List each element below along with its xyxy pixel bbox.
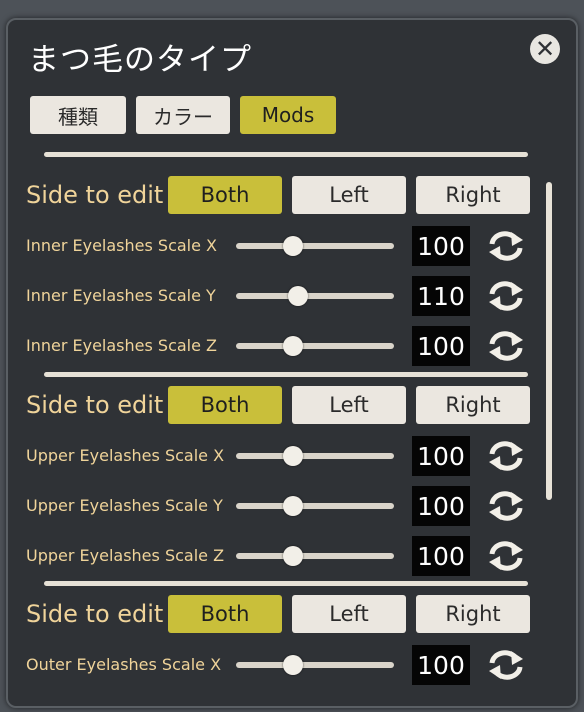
- side-selector-inner: Side to edit Both Left Right: [26, 176, 530, 214]
- slider-row: Outer Eyelashes Scale X 100: [26, 645, 546, 685]
- slider-track[interactable]: [236, 236, 394, 256]
- side-both-button[interactable]: Both: [168, 595, 282, 633]
- slider-track[interactable]: [236, 286, 394, 306]
- slider-track[interactable]: [236, 446, 394, 466]
- side-left-button[interactable]: Left: [292, 386, 406, 424]
- slider-handle[interactable]: [282, 655, 303, 675]
- slider-handle[interactable]: [282, 546, 303, 566]
- side-both-button[interactable]: Both: [168, 176, 282, 214]
- tab-mods[interactable]: Mods: [240, 96, 336, 134]
- side-to-edit-label: Side to edit: [26, 181, 164, 209]
- slider-row: Upper Eyelashes Scale Y 100: [26, 486, 546, 526]
- side-to-edit-label: Side to edit: [26, 391, 164, 419]
- section-divider: [44, 372, 528, 377]
- slider-label: Inner Eyelashes Scale Y: [26, 286, 216, 305]
- slider-row: Inner Eyelashes Scale Y 110: [26, 276, 546, 316]
- eyelash-type-panel: まつ毛のタイプ ✕ 種類 カラー Mods Side to edit Both …: [6, 18, 578, 708]
- reset-arrows-icon[interactable]: [486, 489, 526, 523]
- side-left-button[interactable]: Left: [292, 176, 406, 214]
- reset-arrows-icon[interactable]: [486, 229, 526, 263]
- section-divider: [44, 581, 528, 586]
- side-right-button[interactable]: Right: [416, 176, 530, 214]
- slider-handle[interactable]: [282, 446, 303, 466]
- reset-arrows-icon[interactable]: [486, 329, 526, 363]
- side-right-button[interactable]: Right: [416, 595, 530, 633]
- slider-track[interactable]: [236, 336, 394, 356]
- tab-type[interactable]: 種類: [30, 96, 126, 134]
- header-divider: [44, 152, 528, 157]
- category-tabs: 種類 カラー Mods: [30, 96, 336, 134]
- reset-arrows-icon[interactable]: [486, 279, 526, 313]
- slider-track[interactable]: [236, 546, 394, 566]
- slider-handle[interactable]: [282, 336, 303, 356]
- side-left-button[interactable]: Left: [292, 595, 406, 633]
- value-field[interactable]: 100: [412, 536, 470, 576]
- reset-arrows-icon[interactable]: [486, 648, 526, 682]
- value-field[interactable]: 100: [412, 486, 470, 526]
- slider-row: Upper Eyelashes Scale X 100: [26, 436, 546, 476]
- slider-label: Inner Eyelashes Scale Z: [26, 336, 218, 355]
- close-icon[interactable]: ✕: [530, 34, 560, 64]
- side-selector-outer: Side to edit Both Left Right: [26, 595, 530, 633]
- side-both-button[interactable]: Both: [168, 386, 282, 424]
- slider-label: Upper Eyelashes Scale Z: [26, 546, 225, 565]
- slider-row: Inner Eyelashes Scale X 100: [26, 226, 546, 266]
- slider-handle[interactable]: [282, 496, 303, 516]
- slider-track[interactable]: [236, 496, 394, 516]
- side-selector-upper: Side to edit Both Left Right: [26, 386, 530, 424]
- slider-label: Upper Eyelashes Scale X: [26, 446, 225, 465]
- reset-arrows-icon[interactable]: [486, 539, 526, 573]
- panel-title: まつ毛のタイプ: [28, 42, 252, 78]
- slider-handle[interactable]: [287, 286, 308, 306]
- reset-arrows-icon[interactable]: [486, 439, 526, 473]
- slider-row: Inner Eyelashes Scale Z 100: [26, 326, 546, 366]
- slider-label: Upper Eyelashes Scale Y: [26, 496, 223, 515]
- value-field[interactable]: 110: [412, 276, 470, 316]
- slider-row: Upper Eyelashes Scale Z 100: [26, 536, 546, 576]
- value-field[interactable]: 100: [412, 226, 470, 266]
- side-right-button[interactable]: Right: [416, 386, 530, 424]
- scrollbar[interactable]: [546, 182, 552, 500]
- tab-color[interactable]: カラー: [136, 96, 230, 134]
- value-field[interactable]: 100: [412, 326, 470, 366]
- slider-track[interactable]: [236, 655, 394, 675]
- slider-handle[interactable]: [282, 236, 303, 256]
- slider-label: Inner Eyelashes Scale X: [26, 236, 218, 255]
- side-to-edit-label: Side to edit: [26, 600, 164, 628]
- value-field[interactable]: 100: [412, 436, 470, 476]
- value-field[interactable]: 100: [412, 645, 470, 685]
- slider-label: Outer Eyelashes Scale X: [26, 655, 222, 674]
